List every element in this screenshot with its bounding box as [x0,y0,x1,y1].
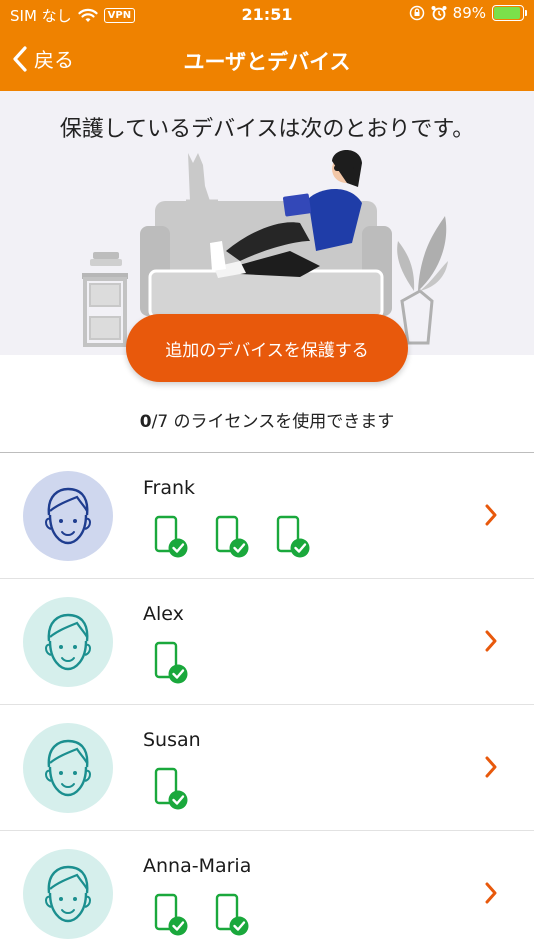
chevron-right-icon[interactable] [484,755,498,783]
user-name: Frank [143,477,196,499]
user-avatar [23,471,113,561]
alarm-icon [431,6,447,21]
protected-device-icon [276,515,310,558]
user-name: Alex [143,603,184,625]
chevron-right-icon[interactable] [484,629,498,657]
hero-title: 保護しているデバイスは次のとおりです。 [59,117,475,142]
protected-device-icon [154,641,188,684]
user-avatar [23,849,113,939]
protected-device-icon [215,515,249,558]
protected-device-icon [154,767,188,810]
user-row[interactable]: Alex [0,579,534,705]
device-list [154,767,188,810]
battery-percent: 89% [452,4,486,22]
protected-device-icon [215,893,249,936]
device-list [154,893,249,936]
user-list: Frank Alex Susan Anna-Maria [0,453,534,950]
nav-bar: 戻る ユーザとデバイス [0,38,534,82]
battery-icon [492,5,527,21]
chevron-right-icon[interactable] [484,881,498,909]
user-name: Susan [143,729,201,751]
device-list [154,515,310,558]
status-bar: SIM なし VPN 21:51 89% [0,0,534,30]
user-avatar [23,723,113,813]
license-text: のライセンスを使用できます [168,412,395,432]
user-avatar [23,597,113,687]
protect-more-devices-button[interactable]: 追加のデバイスを保護する [126,314,408,382]
chevron-right-icon[interactable] [484,503,498,531]
user-name: Anna-Maria [143,855,252,877]
page-title: ユーザとデバイス [183,50,351,74]
status-right: 89% [409,4,527,22]
protected-device-icon [154,515,188,558]
user-row[interactable]: Susan [0,705,534,831]
license-summary: 0/7 のライセンスを使用できます [0,407,534,432]
orientation-lock-icon [409,5,424,21]
license-total: /7 [151,412,169,432]
license-used-count: 0 [139,412,152,432]
protected-device-icon [154,893,188,936]
device-list [154,641,188,684]
user-row[interactable]: Anna-Maria [0,831,534,950]
top-bar: SIM なし VPN 21:51 89% 戻る ユーザとデバイス [0,0,534,91]
user-row[interactable]: Frank [0,453,534,579]
